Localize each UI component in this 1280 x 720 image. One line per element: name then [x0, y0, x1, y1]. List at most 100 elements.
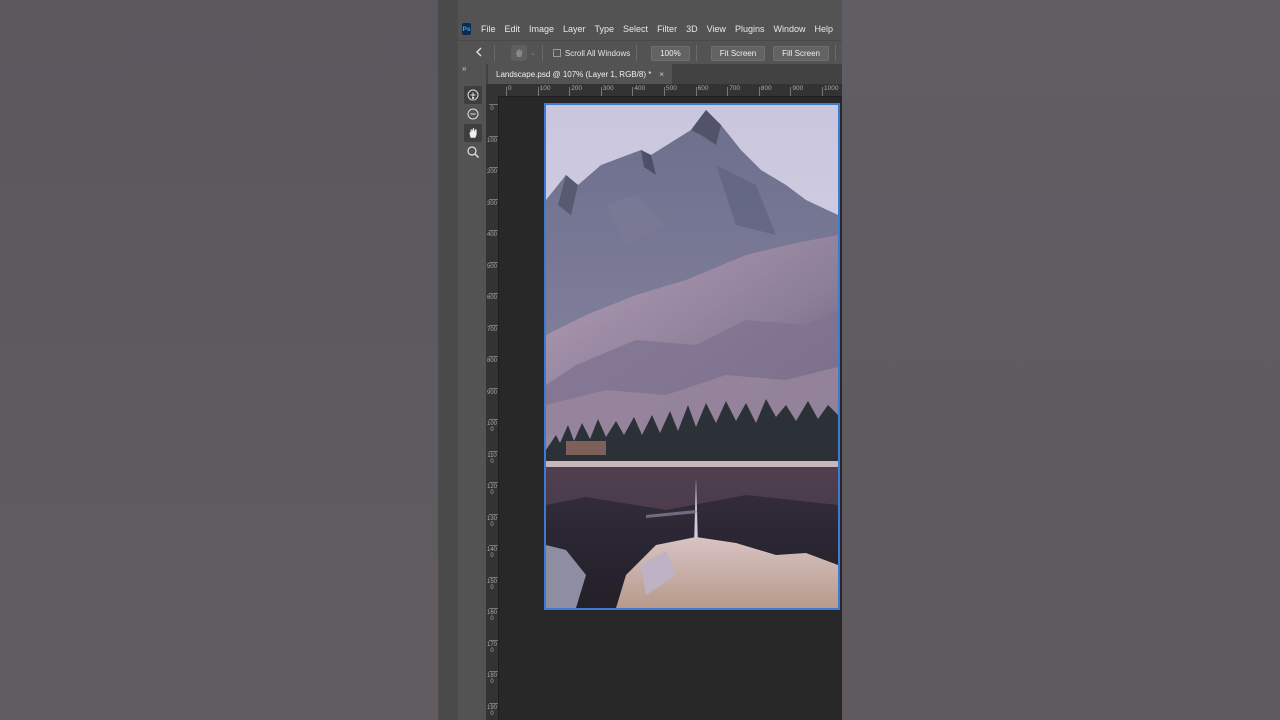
ruler-origin[interactable]: [486, 84, 498, 96]
ruler-v-label: 500: [487, 263, 498, 270]
zoom-in-icon[interactable]: [464, 86, 482, 104]
options-separator: [695, 45, 697, 61]
document-tab-bar: Landscape.psd @ 107% (Layer 1, RGB/8) * …: [486, 64, 842, 84]
zoom-value-button[interactable]: 100%: [651, 45, 690, 61]
menu-filter[interactable]: Filter: [657, 24, 677, 34]
zoom-out-icon[interactable]: [464, 105, 482, 123]
back-arrow-icon[interactable]: [470, 46, 488, 60]
ruler-h-label: 400: [634, 85, 646, 92]
ruler-h-tick: [537, 87, 539, 96]
menu-help[interactable]: Help: [814, 24, 833, 34]
menu-view[interactable]: View: [707, 24, 726, 34]
ruler-v-label: 600: [487, 295, 498, 301]
menu-plugins[interactable]: Plugins: [735, 24, 765, 34]
ruler-v-label: 900: [487, 389, 498, 396]
ruler-v-tick: [489, 545, 498, 546]
ruler-v-tick: [489, 167, 498, 168]
ruler-h-tick: [506, 87, 507, 96]
ruler-v-tick: [489, 261, 498, 263]
ruler-v-tick: [489, 702, 498, 704]
ruler-v-label: 300: [487, 200, 498, 207]
ruler-h-label: 300: [602, 85, 614, 92]
options-separator: [494, 45, 495, 61]
document-canvas[interactable]: [544, 103, 840, 610]
ruler-h-tick: [632, 87, 634, 96]
ruler-v-label: 1300: [487, 515, 498, 528]
ruler-h-tick: [758, 87, 760, 96]
ruler-v-tick: [489, 135, 498, 137]
ruler-v-label: 1400: [487, 547, 498, 559]
photoshop-window: Ps File Edit Image Layer Type Select Fil…: [438, 0, 842, 720]
landscape-image: [546, 105, 838, 608]
scroll-all-windows-label: Scroll All Windows: [564, 48, 631, 58]
ruler-h-tick: [822, 87, 823, 96]
ruler-v-label: 1100: [487, 452, 497, 465]
options-bar: ⌄ Scroll All Windows 100% Fit Screen Fil…: [458, 40, 842, 66]
ruler-h-label: 800: [760, 85, 772, 92]
ruler-v-label: 800: [487, 358, 498, 364]
ruler-v-tick: [489, 513, 498, 515]
menu-select[interactable]: Select: [623, 24, 648, 34]
ruler-h-tick: [569, 87, 571, 96]
ruler-h-label: 500: [666, 85, 677, 92]
ruler-v-label: 700: [487, 326, 498, 333]
ruler-v-label: 1000: [487, 421, 498, 433]
ruler-v-tick: [489, 608, 498, 609]
ruler-h-label: 200: [571, 85, 583, 92]
document-tab-title: Landscape.psd @ 107% (Layer 1, RGB/8) *: [496, 69, 652, 79]
hand-tool-preset-icon[interactable]: [511, 45, 527, 61]
chevron-down-icon[interactable]: ⌄: [530, 49, 536, 57]
ruler-v-tick: [489, 576, 498, 578]
zoom-icon[interactable]: [464, 143, 482, 161]
horizontal-ruler[interactable]: 0 100 200 300 400 500 600 700 800 900 1000: [498, 84, 842, 97]
ruler-h-tick: [727, 87, 729, 96]
document-tab[interactable]: Landscape.psd @ 107% (Layer 1, RGB/8) * …: [488, 64, 672, 84]
vertical-ruler[interactable]: 0 100 200 300 400 500 600 700 800 900 1000 1100 1200…: [486, 96, 499, 720]
menu-image[interactable]: Image: [529, 24, 554, 34]
ruler-h-tick: [600, 87, 602, 96]
blurred-background-left: [0, 0, 438, 720]
ruler-v-tick: [489, 639, 498, 641]
ruler-v-tick: [489, 450, 498, 452]
menu-window[interactable]: Window: [773, 24, 805, 34]
canvas-workspace: 0 100 200 300 400 500 600 700 800 900 1000 0 100 200…: [486, 84, 842, 720]
ruler-v-label: 400: [487, 232, 498, 238]
ruler-h-label: 1000: [824, 85, 839, 92]
ruler-h-label: 900: [792, 85, 804, 92]
ruler-v-tick: [489, 293, 498, 294]
ruler-v-tick: [489, 198, 498, 200]
options-separator: [541, 45, 543, 61]
fill-screen-button[interactable]: Fill Screen: [773, 45, 829, 61]
menu-file[interactable]: File: [481, 24, 496, 34]
ruler-v-tick: [489, 671, 498, 672]
menu-type[interactable]: Type: [595, 24, 615, 34]
ruler-h-label: 600: [697, 85, 709, 92]
options-separator: [834, 45, 836, 61]
ruler-v-label: 100: [487, 137, 498, 144]
ruler-v-label: 1600: [487, 610, 498, 622]
ruler-v-label: 0: [490, 106, 494, 112]
ruler-v-tick: [489, 356, 498, 357]
ruler-v-tick: [489, 387, 498, 389]
ruler-h-label: 100: [539, 85, 551, 92]
menu-edit[interactable]: Edit: [504, 24, 520, 34]
ruler-v-label: 1500: [487, 578, 498, 591]
scroll-all-windows-checkbox[interactable]: [552, 49, 561, 57]
close-icon[interactable]: ×: [659, 70, 664, 79]
menu-3d[interactable]: 3D: [686, 24, 698, 34]
ruler-v-tick: [489, 324, 498, 326]
ruler-h-label: 700: [729, 85, 741, 92]
photoshop-logo: Ps: [462, 23, 471, 35]
ruler-h-label: 0: [508, 85, 512, 92]
fit-screen-button[interactable]: Fit Screen: [710, 45, 766, 61]
ruler-v-tick: [489, 230, 498, 231]
ruler-h-tick: [664, 87, 665, 96]
window-edge: [438, 0, 458, 720]
ruler-h-tick: [695, 87, 697, 96]
collapse-panel-icon[interactable]: »: [462, 64, 466, 73]
menu-layer[interactable]: Layer: [563, 24, 586, 34]
hand-icon[interactable]: [464, 124, 482, 142]
ruler-v-label: 1900: [487, 704, 498, 717]
options-separator: [636, 45, 638, 61]
ruler-v-tick: [489, 482, 498, 483]
